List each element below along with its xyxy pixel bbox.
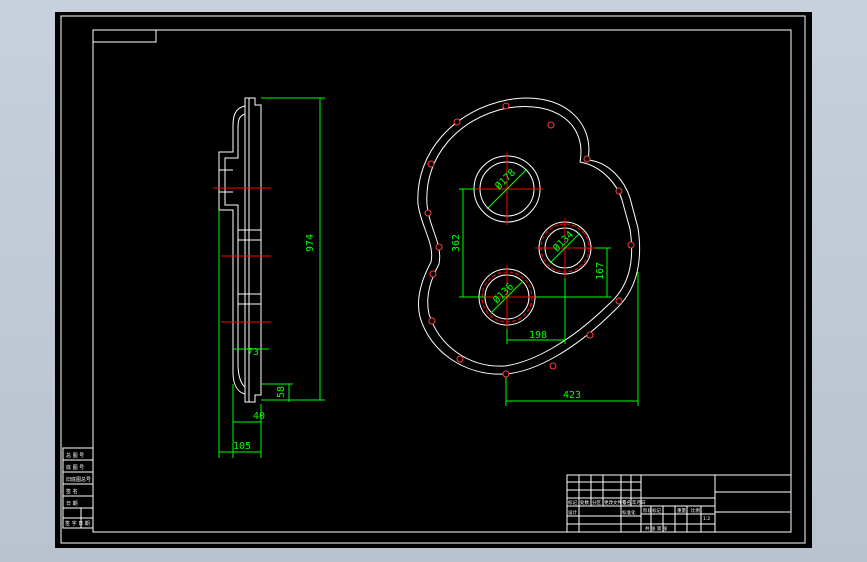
title-row-label: 年月日 xyxy=(632,499,646,506)
corner-box xyxy=(92,29,157,43)
side-body-inner xyxy=(224,113,246,388)
front-centerlines xyxy=(471,153,595,329)
inner-frame xyxy=(92,29,792,533)
title-row-label: 标记 xyxy=(568,499,577,506)
left-table-cell: 底 图 号 xyxy=(66,464,84,471)
dim-side-offset-top: 73 xyxy=(247,347,259,358)
left-table-cell: 总 图 号 xyxy=(66,452,84,459)
drawing-viewport[interactable]: 974 73 58 40 105 Ø178 Ø134 Ø136 362 167 … xyxy=(55,12,812,548)
dim-bore-medium: Ø136 xyxy=(491,281,517,307)
title-weight-label: 重量 xyxy=(677,507,686,514)
dim-horizontal-offset: 198 xyxy=(529,330,547,341)
title-standard-label: 标准化 xyxy=(622,509,636,516)
cad-drawing: 974 73 58 40 105 Ø178 Ø134 Ø136 362 167 … xyxy=(60,15,806,544)
title-row-label: 处数 xyxy=(580,499,589,506)
left-table xyxy=(62,447,94,529)
outer-frame xyxy=(60,15,806,544)
title-scale-value: 1:2 xyxy=(703,516,710,522)
left-table-cell: 日 期 xyxy=(66,501,78,507)
dim-center-small: 167 xyxy=(595,262,606,280)
left-table-cell: 旧底图总号 xyxy=(66,476,91,483)
title-scale-label: 比例 xyxy=(691,507,700,514)
side-dimensions xyxy=(218,97,325,458)
title-design-label: 设计 xyxy=(568,509,577,516)
side-body-outer xyxy=(218,105,246,395)
front-dimensions xyxy=(459,168,639,406)
dim-overall-width: 423 xyxy=(563,390,581,401)
title-sheet-label: 共 张 第 张 xyxy=(645,525,668,532)
dim-side-width-total: 105 xyxy=(233,441,251,452)
dim-side-step: 58 xyxy=(276,386,287,398)
dim-side-width-small: 40 xyxy=(253,411,265,422)
dim-center-vertical: 362 xyxy=(451,234,462,252)
left-table-cell: 签 字 日 期 xyxy=(65,520,90,527)
dim-side-height: 974 xyxy=(305,234,316,252)
side-centerlines xyxy=(213,187,271,323)
dim-bore-large: Ø178 xyxy=(493,167,519,193)
title-row-label: 分区 xyxy=(592,499,601,506)
left-table-cell: 签 名 xyxy=(66,488,78,495)
title-stage-label: 阶段标记 xyxy=(643,507,661,514)
title-row-label: 签名 xyxy=(622,499,631,506)
